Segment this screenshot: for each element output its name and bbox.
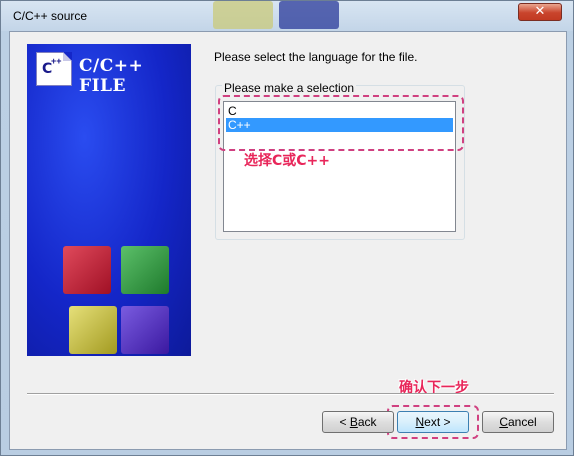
banner-title: C/C++ FILE: [79, 56, 144, 96]
select-language-annotation: 选择C或C++: [244, 153, 331, 169]
purple-cube-graphic: [121, 306, 169, 354]
dialog-window: C/C++ source ✕ C ++ C/C++ FILE Please se…: [0, 0, 574, 456]
language-prompt: Please select the language for the file.: [214, 50, 418, 64]
wizard-banner: C ++ C/C++ FILE: [27, 44, 191, 356]
close-icon: ✕: [534, 4, 546, 19]
button-separator: [27, 393, 554, 395]
red-cube-graphic: [63, 246, 111, 294]
title-bar[interactable]: C/C++ source ✕: [1, 1, 573, 31]
cancel-button[interactable]: Cancel: [482, 411, 554, 433]
yellow-cube-graphic: [69, 306, 117, 354]
background-window-decoration: [279, 1, 339, 29]
green-cube-graphic: [121, 246, 169, 294]
selection-group-label: Please make a selection: [222, 81, 357, 95]
selection-highlight-box: [218, 95, 464, 151]
back-button[interactable]: < Back: [322, 411, 394, 433]
dialog-client-area: C ++ C/C++ FILE Please select the langua…: [9, 31, 567, 450]
window-title: C/C++ source: [13, 9, 88, 23]
cpp-file-icon: C ++: [36, 52, 72, 86]
close-button[interactable]: ✕: [518, 3, 562, 21]
next-button[interactable]: Next >: [397, 411, 469, 433]
background-window-decoration: [213, 1, 273, 29]
